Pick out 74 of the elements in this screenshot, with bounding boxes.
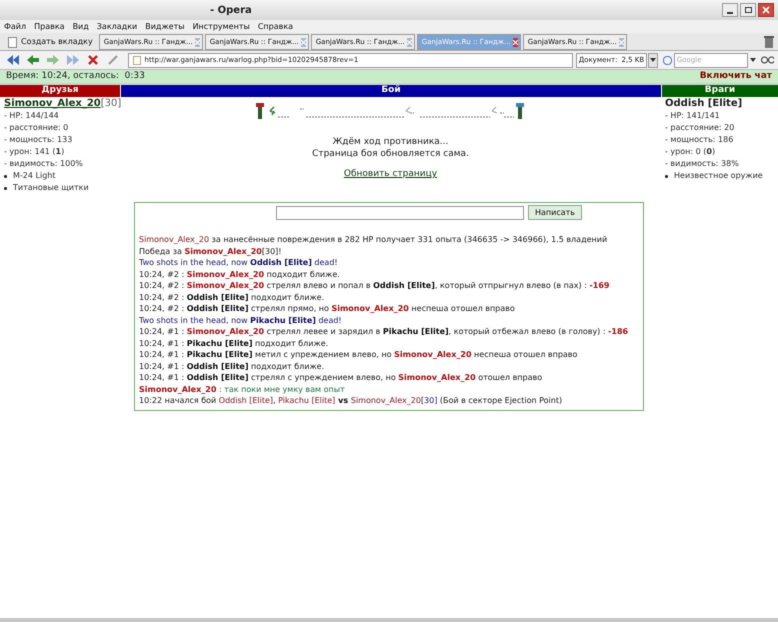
log-line: Simonov_Alex_20 за нанесённые повреждения в 282 HP получает 331 опыта (346635 -> 346966), 1.5 владений [139, 234, 608, 246]
minimize-button[interactable] [722, 3, 738, 17]
log-line: 10:24, #1 : Pikachu [Elite] метил с упреждением влево, но Simonov_Alex_20 неспеша отошел вправо [139, 349, 578, 360]
battle-header: Бой [120, 85, 661, 97]
fast-forward-icon [67, 55, 80, 65]
friends-header: Друзья [0, 85, 120, 97]
battle-timer: Время: 10:24, осталось: 0:33 [6, 70, 145, 83]
menu-item[interactable]: Файл [4, 20, 26, 32]
bullet-icon [665, 174, 668, 178]
player-stat: - урон: 141 (1) [4, 146, 66, 158]
log-line: 10:24, #2 : Simonov_Alex_20 подходит ближе. [139, 268, 341, 280]
tab-close-icon[interactable] [512, 38, 518, 46]
log-line: 10:24, #2 : Oddish [Elite] подходит ближе. [139, 292, 326, 303]
log-line: Two shots in the head, now Pikachu [Elite] dead! [139, 314, 343, 326]
player-stat: - HP: 144/144 [4, 110, 60, 122]
trash-icon[interactable] [764, 36, 774, 48]
menu-item[interactable]: Закладки [96, 20, 138, 32]
log-line: Победа за Simonov_Alex_20[30]! [139, 246, 282, 257]
maximize-icon [744, 7, 752, 13]
player-stat: - видимость: 38% [665, 158, 740, 170]
back-arrow-icon [27, 55, 40, 65]
equipment-item: Неизвестное оружие [674, 170, 763, 182]
log-line: Simonov_Alex_20 : так поки мне умку вам опыт [139, 384, 346, 395]
caret-icon[interactable] [750, 58, 756, 62]
player-name[interactable]: Simonov_Alex_20 [4, 98, 101, 109]
close-icon [88, 55, 98, 65]
close-icon [762, 6, 770, 14]
search-engine-icon [662, 56, 672, 64]
player-stat: - урон: 0 (0) [665, 146, 716, 158]
rewind-icon [7, 55, 20, 65]
player-stat: - мощность: 133 [4, 134, 74, 146]
player-name: Oddish [Elite] [665, 98, 742, 109]
page-icon [132, 56, 141, 64]
log-line: 10:22 начался бой Oddish [Elite], Pikachu [Elite] vs Simonov_Alex_20[30] (Бой в секторе Ejection Point) [139, 395, 564, 406]
log-line: 10:24, #2 : Oddish [Elite] стрелял прямо, но Simonov_Alex_20 неспеша отошел вправо [139, 303, 516, 314]
log-line: 10:24, #1 : Oddish [Elite] подходит ближе. [139, 360, 326, 372]
menu-item[interactable]: Правка [34, 20, 65, 32]
menu-item[interactable]: Виджеты [145, 20, 185, 32]
enemies-header: Враги [661, 85, 778, 97]
equipment-item: Титановые щитки [13, 182, 89, 194]
log-line: 10:24, #1 : Simonov_Alex_20 стрелял левее и зарядил в Pikachu [Elite], который отбежал влево (в голову) : -186 [139, 326, 630, 338]
dropdown-button[interactable] [648, 52, 658, 68]
page-icon [8, 36, 17, 48]
player-stat: - мощность: 186 [665, 134, 734, 146]
waiting-message: Ждём ход противника... [332, 136, 448, 148]
refresh-link[interactable]: Обновить страницу [344, 168, 438, 182]
pen-icon [108, 55, 118, 65]
log-line: 10:24, #2 : Simonov_Alex_20 стрелял влево и попал в Oddish [Elite], который отпрыгнул влево (в пах) : -169 [139, 280, 610, 292]
player-level: [30] [100, 98, 122, 109]
log-line: 10:24, #1 : Oddish [Elite] стрелял с упреждением влево, но Simonov_Alex_20 отошел вправо [139, 372, 544, 384]
menu-item[interactable]: Справка [258, 20, 294, 32]
equipment-item: M-24 Light [13, 170, 56, 182]
auto-refresh-message: Страница боя обновляется сама. [312, 148, 469, 160]
player-stat: - расстояние: 20 [665, 122, 736, 134]
player-stat: - HP: 141/141 [665, 110, 721, 122]
player-stat: - расстояние: 0 [4, 122, 70, 134]
glasses-icon[interactable] [760, 56, 774, 64]
chat-toggle-link[interactable]: Включить чат [700, 70, 772, 84]
window-title: - Opera [210, 4, 253, 18]
new-tab-button[interactable]: Создать вкладку [4, 34, 97, 50]
bullet-icon [4, 174, 7, 178]
close-button[interactable] [758, 3, 774, 17]
menu-item[interactable]: Инструменты [192, 20, 250, 32]
log-line: 10:24, #1 : Pikachu [Elite] подходит ближе. [139, 338, 330, 349]
bullet-icon [4, 186, 7, 190]
minimize-icon [727, 12, 733, 14]
player-stat: - видимость: 100% [4, 158, 84, 170]
send-button[interactable]: Написать [528, 205, 582, 220]
maximize-button[interactable] [740, 3, 756, 17]
caret-icon [650, 58, 656, 62]
chat-input[interactable] [276, 206, 524, 220]
menu-item[interactable]: Вид [72, 20, 89, 32]
forward-arrow-icon [47, 55, 60, 65]
log-line: Two shots in the head, now Oddish [Elite] dead! [139, 257, 339, 268]
